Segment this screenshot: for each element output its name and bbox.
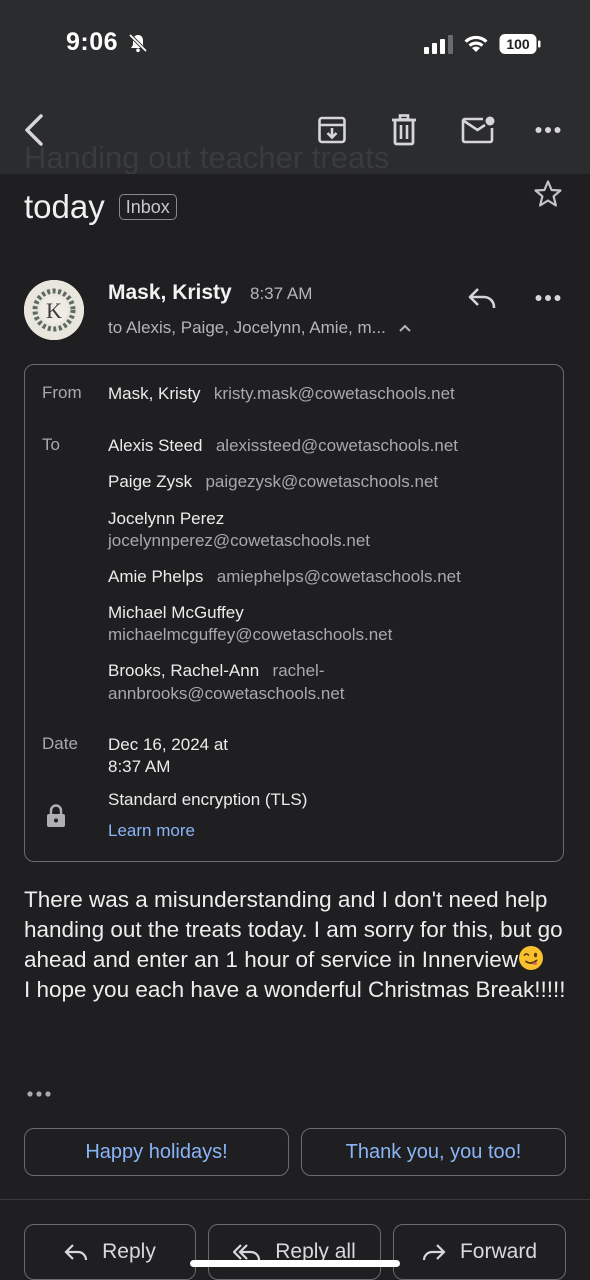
message-more-button[interactable] xyxy=(528,280,568,316)
battery-level: 100 xyxy=(506,36,530,52)
show-trimmed-content-icon[interactable] xyxy=(26,1086,52,1102)
forward-label: Forward xyxy=(459,1240,538,1263)
smart-reply-button[interactable]: Thank you, you too! xyxy=(301,1128,566,1176)
home-indicator[interactable] xyxy=(190,1260,400,1267)
body-paragraph-text: There was a misunderstanding and I don't… xyxy=(24,887,563,972)
star-button[interactable] xyxy=(530,176,566,212)
recipient-row: Jocelynn Perez jocelynnperez@cowetaschoo… xyxy=(108,508,548,552)
subject-text: today xyxy=(24,188,105,225)
reply-icon xyxy=(468,288,496,308)
from-name: Mask, Kristy xyxy=(108,384,201,403)
reply-button[interactable]: Reply xyxy=(24,1224,196,1280)
recipient-name: Alexis Steed xyxy=(108,436,203,455)
reply-icon xyxy=(64,1244,88,1261)
wreath-monogram-icon: K xyxy=(24,280,84,340)
subject-scrolled-text: Handing out teacher treats xyxy=(24,140,390,174)
recipient-row: Paige Zysk paigezysk@cowetaschools.net xyxy=(108,471,548,494)
sender-name: Mask, Kristy xyxy=(108,281,232,304)
lock-icon xyxy=(47,804,65,827)
sent-time: 8:37 AM xyxy=(250,284,313,303)
body-paragraph: I hope you each have a wonderful Christm… xyxy=(24,977,566,1002)
from-row: Mask, Kristy kristy.mask@cowetaschools.n… xyxy=(108,383,548,406)
subject-line: today Inbox xyxy=(24,188,177,226)
date-label: Date xyxy=(42,734,78,753)
recipients-summary[interactable]: to Alexis, Paige, Jocelynn, Amie, m... xyxy=(108,318,412,338)
recipient-email[interactable]: michaelmcguffey@cowetaschools.net xyxy=(108,624,548,646)
encryption-text: Standard encryption (TLS) xyxy=(108,790,308,809)
learn-more-row: Learn more xyxy=(108,820,548,843)
recipient-name: Paige Zysk xyxy=(108,472,193,491)
from-label: From xyxy=(42,383,82,402)
learn-more-link[interactable]: Learn more xyxy=(108,821,195,840)
recipient-row: Michael McGuffey michaelmcguffey@cowetas… xyxy=(108,602,548,646)
star-icon xyxy=(534,180,562,207)
body-paragraph: There was a misunderstanding and I don't… xyxy=(24,885,569,975)
recipient-name: Jocelynn Perez xyxy=(108,509,225,528)
recipient-email-part2[interactable]: annbrooks@cowetaschools.net xyxy=(108,683,548,705)
status-bar: 9:06 100 xyxy=(0,0,590,90)
winking-face-emoji-icon xyxy=(519,946,544,970)
mark-unread-button[interactable] xyxy=(456,110,500,150)
reply-all-icon xyxy=(233,1244,261,1261)
message-body: There was a misunderstanding and I don't… xyxy=(24,885,569,1005)
forward-button[interactable]: Forward xyxy=(393,1224,566,1280)
recipient-row: Amie Phelps amiephelps@cowetaschools.net xyxy=(108,566,548,589)
recipient-name: Michael McGuffey xyxy=(108,603,244,622)
recipient-email[interactable]: amiephelps@cowetaschools.net xyxy=(217,567,461,586)
more-horizontal-icon xyxy=(535,295,561,301)
wifi-icon xyxy=(464,35,488,52)
status-time: 9:06 xyxy=(66,28,119,56)
date-line2: 8:37 AM xyxy=(108,757,171,776)
recipient-email[interactable]: jocelynnperez@cowetaschools.net xyxy=(108,530,548,552)
recipient-row: Brooks, Rachel-Ann rachel- annbrooks@cow… xyxy=(108,660,548,705)
cellular-signal-icon xyxy=(424,35,453,54)
smart-reply-button[interactable]: Happy holidays! xyxy=(24,1128,289,1176)
date-line1: Dec 16, 2024 at xyxy=(108,735,229,754)
divider xyxy=(0,1199,590,1200)
bell-off-icon xyxy=(128,33,148,53)
from-email[interactable]: kristy.mask@cowetaschools.net xyxy=(214,384,455,403)
svg-text:K: K xyxy=(46,298,62,323)
reply-all-button[interactable]: Reply all xyxy=(208,1224,381,1280)
recipients-summary-text: to Alexis, Paige, Jocelynn, Amie, m... xyxy=(108,318,386,337)
to-label: To xyxy=(42,435,60,454)
reply-icon-button[interactable] xyxy=(462,280,502,316)
avatar[interactable]: K xyxy=(24,280,84,340)
chevron-up-icon xyxy=(399,324,411,332)
recipient-row: Alexis Steed alexissteed@cowetaschools.n… xyxy=(108,435,548,458)
message-details-panel: From Mask, Kristy kristy.mask@cowetascho… xyxy=(24,364,564,862)
date-row: Dec 16, 2024 at 8:37 AM xyxy=(108,734,548,778)
reply-label: Reply xyxy=(102,1240,156,1263)
recipient-name: Brooks, Rachel-Ann xyxy=(108,661,260,680)
mark-unread-mail-icon xyxy=(461,116,495,144)
recipient-name: Amie Phelps xyxy=(108,567,204,586)
recipient-email[interactable]: alexissteed@cowetaschools.net xyxy=(216,436,458,455)
more-horizontal-icon xyxy=(535,127,561,133)
recipient-email-part1[interactable]: rachel- xyxy=(273,661,325,680)
encryption-row: Standard encryption (TLS) xyxy=(108,789,548,811)
recipient-email[interactable]: paigezysk@cowetaschools.net xyxy=(205,472,438,491)
more-options-button[interactable] xyxy=(528,110,568,150)
inbox-label-chip[interactable]: Inbox xyxy=(118,194,177,220)
forward-icon xyxy=(422,1244,446,1261)
